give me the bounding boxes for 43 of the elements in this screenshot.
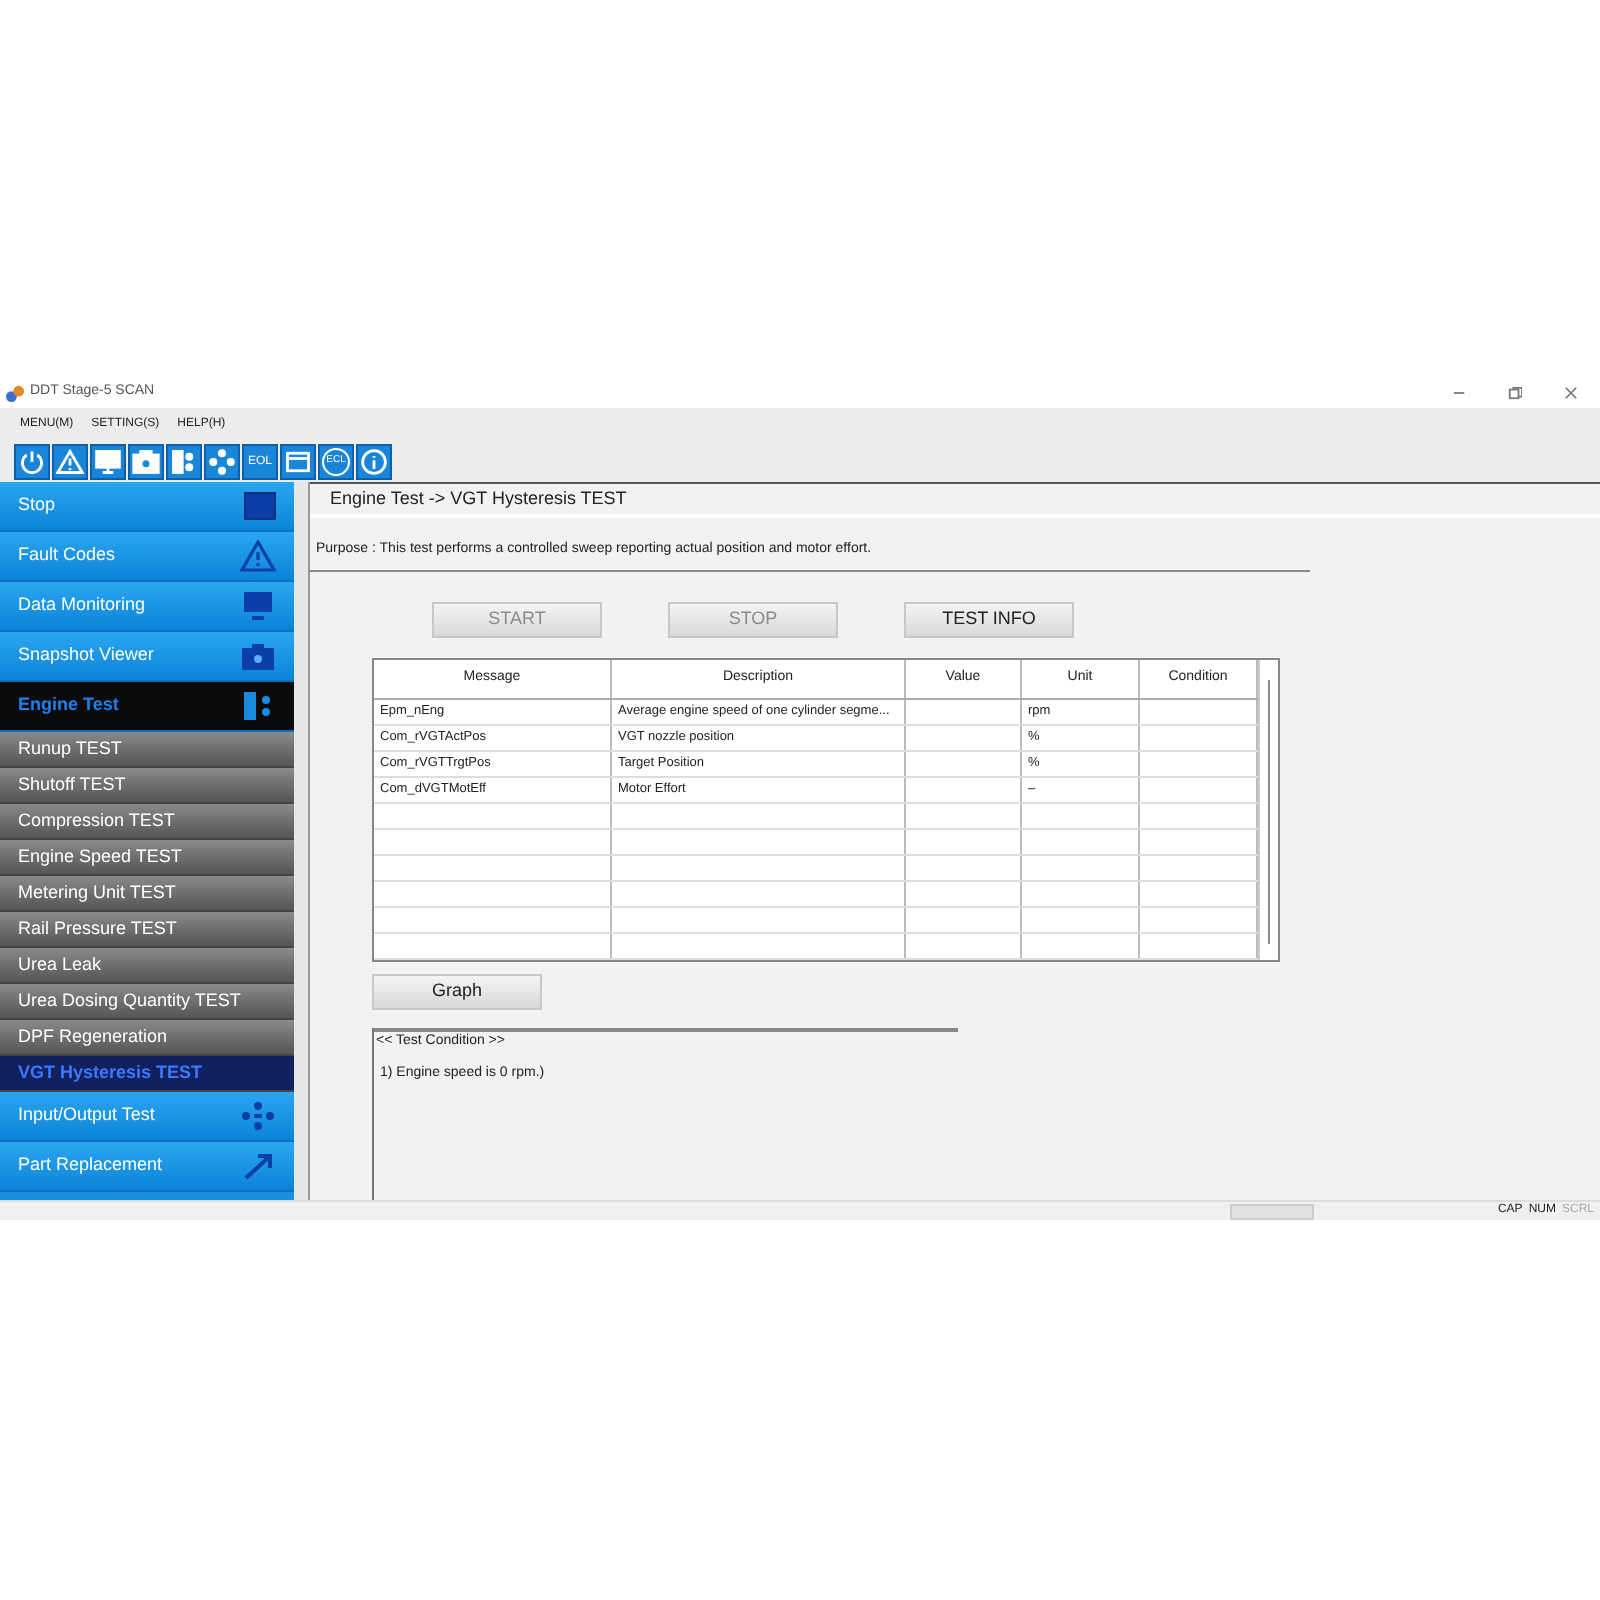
sidebar-item[interactable]: Part Replacement <box>0 1142 294 1192</box>
toolbar-button[interactable] <box>90 443 126 479</box>
toolbar-button[interactable] <box>166 443 202 479</box>
sidebar-item[interactable]: Input/Output Test <box>0 1092 294 1142</box>
window-icon <box>284 447 312 475</box>
sidebar-item[interactable]: Snapshot Viewer <box>0 632 294 682</box>
toolbar-button[interactable] <box>52 443 88 479</box>
sidebar-scrollbar[interactable] <box>294 482 310 1200</box>
page-title: Engine Test -> VGT Hysteresis TEST <box>330 485 627 512</box>
sidebar-subitem[interactable]: Compression TEST <box>0 804 294 840</box>
sidebar-subitem[interactable]: Engine Speed TEST <box>0 840 294 876</box>
sidebar-item[interactable]: Fault Codes <box>0 532 294 582</box>
camera-icon <box>240 640 276 672</box>
arrow-icon <box>240 1150 276 1182</box>
sidebar-item[interactable]: Data Monitoring <box>0 582 294 632</box>
toolbar-button[interactable] <box>356 443 392 479</box>
sidebar-item[interactable]: Stop <box>0 482 294 532</box>
monitor-icon <box>240 590 276 622</box>
monitor-icon <box>94 447 122 475</box>
sidebar-subitem[interactable]: Runup TEST <box>0 732 294 768</box>
sidebar-subitem[interactable]: DPF Regeneration <box>0 1020 294 1056</box>
toolbar-button[interactable] <box>204 443 240 479</box>
sidebar-subitem[interactable]: VGT Hysteresis TEST <box>0 1056 294 1092</box>
sidebar-subitem[interactable]: Shutoff TEST <box>0 768 294 804</box>
square-icon <box>244 492 276 520</box>
sidebar-subitem[interactable]: Metering Unit TEST <box>0 876 294 912</box>
power-icon <box>18 447 46 475</box>
app-icon <box>6 383 24 401</box>
toolbar-button[interactable] <box>14 443 50 479</box>
sidebar-subitem[interactable]: Rail Pressure TEST <box>0 912 294 948</box>
toolbar-button[interactable] <box>280 443 316 479</box>
info-icon <box>360 447 388 475</box>
warning-icon <box>56 447 84 475</box>
toolbar-button[interactable] <box>128 443 164 479</box>
sidebar-subitem[interactable]: Urea Dosing Quantity TEST <box>0 984 294 1020</box>
warning-icon <box>240 540 276 572</box>
close-icon[interactable] <box>1564 385 1578 399</box>
graph-button[interactable]: Graph <box>372 974 542 1010</box>
action-button[interactable]: TEST INFO <box>904 602 1074 638</box>
sidebar-item[interactable]: Engine Test <box>0 682 294 732</box>
restore-icon[interactable] <box>1508 385 1522 399</box>
camera-icon <box>132 447 160 475</box>
sidebar-subitem[interactable]: Urea Leak <box>0 948 294 984</box>
